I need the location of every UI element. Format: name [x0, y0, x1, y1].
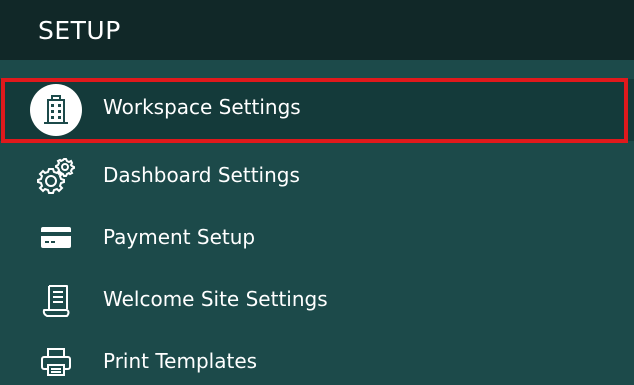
setup-panel: SETUP Workspace Settings Dashboard Setti… [0, 0, 634, 385]
printer-icon [30, 337, 82, 385]
menu-item-label: Print Templates [103, 349, 258, 373]
building-icon [30, 84, 82, 136]
menu-item-dashboard-settings[interactable]: Dashboard Settings [0, 146, 634, 208]
menu-item-print-templates[interactable]: Print Templates [0, 332, 634, 385]
menu-item-welcome-site-settings[interactable]: Welcome Site Settings [0, 270, 634, 332]
gears-icon [30, 151, 82, 203]
setup-title: SETUP [38, 15, 121, 45]
menu-item-payment-setup[interactable]: Payment Setup [0, 208, 634, 270]
menu-item-label: Dashboard Settings [103, 163, 300, 187]
menu-item-label: Workspace Settings [103, 95, 301, 119]
menu-item-workspace-settings[interactable]: Workspace Settings [0, 79, 634, 141]
menu-item-label: Payment Setup [103, 225, 256, 249]
setup-header: SETUP [0, 0, 634, 60]
scroll-icon [30, 275, 82, 327]
menu-item-label: Welcome Site Settings [103, 287, 328, 311]
credit-card-icon [30, 213, 82, 265]
